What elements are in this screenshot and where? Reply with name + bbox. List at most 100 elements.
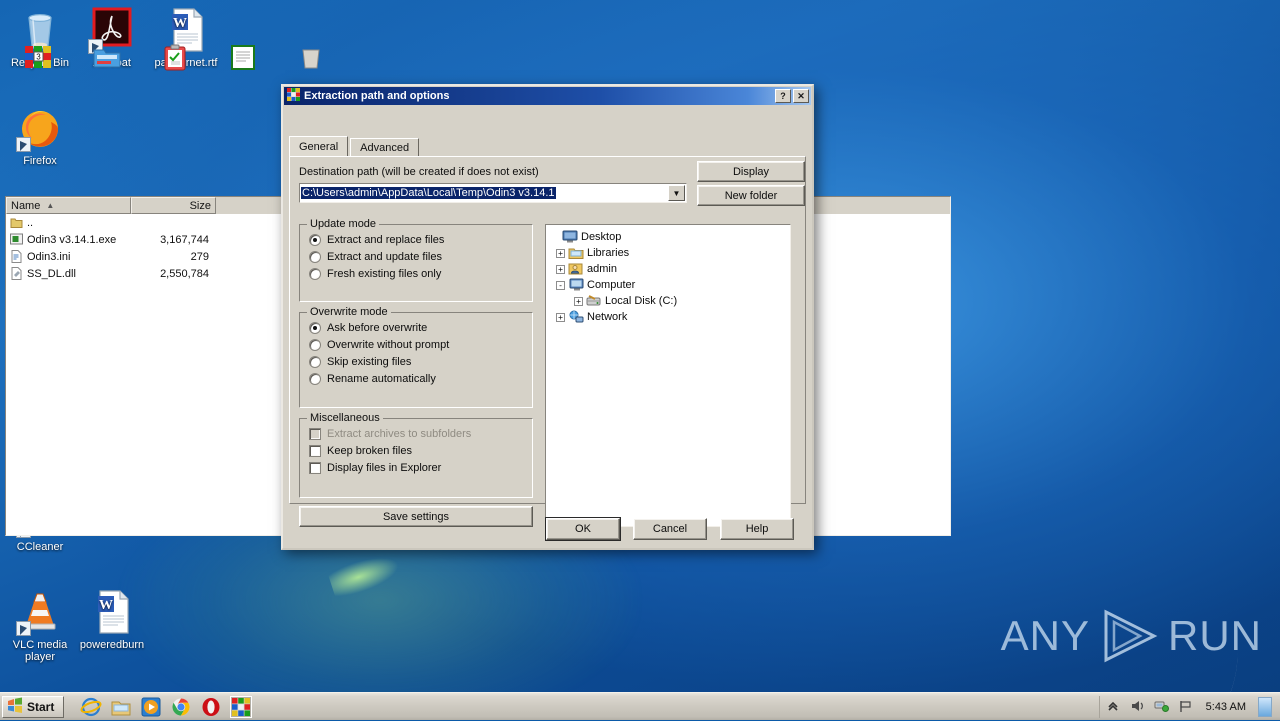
checkbox-indicator[interactable]	[309, 461, 321, 474]
radio-indicator[interactable]	[309, 338, 321, 351]
radio-rename-automatically[interactable]: Rename automatically	[300, 370, 532, 387]
taskbar[interactable]: Start 5:43 AM	[0, 692, 1280, 720]
media-player-icon[interactable]	[140, 696, 162, 718]
radio-label: Ask before overwrite	[327, 321, 428, 334]
svg-text:3: 3	[36, 53, 41, 62]
checkbox-keep-broken-files[interactable]: Keep broken files	[300, 442, 532, 459]
computer-icon	[568, 278, 584, 292]
show-desktop-button[interactable]	[1258, 696, 1272, 717]
radio-indicator[interactable]	[309, 267, 321, 280]
quick-launch-bar[interactable]	[80, 695, 252, 718]
new-folder-button[interactable]: New folder	[697, 185, 805, 206]
help-titlebar-button[interactable]: ?	[775, 89, 791, 103]
tree-expander-icon[interactable]: +	[556, 264, 565, 274]
chevron-down-icon[interactable]: ▼	[668, 185, 685, 201]
display-button[interactable]: Display	[697, 161, 805, 182]
word-document-icon: W	[88, 588, 136, 636]
internet-explorer-icon[interactable]	[80, 696, 102, 718]
tree-item-label: Computer	[587, 279, 636, 291]
file-name: Odin3.ini	[27, 250, 71, 263]
radio-indicator[interactable]	[309, 233, 321, 246]
tree-expander-icon[interactable]: +	[556, 248, 565, 258]
dialog-body: General Advanced Destination path (will …	[283, 106, 812, 548]
radio-indicator[interactable]	[309, 250, 321, 263]
shortcut-overlay-icon	[16, 621, 31, 636]
radio-extract-and-replace[interactable]: Extract and replace files	[300, 231, 532, 248]
extraction-dialog[interactable]: Extraction path and options ? ✕ General …	[281, 84, 814, 550]
destination-path-label: Destination path (will be created if doe…	[299, 166, 539, 178]
column-header-name[interactable]: Name ▲	[6, 197, 131, 214]
tree-expander-icon[interactable]: -	[556, 280, 565, 290]
cancel-button[interactable]: Cancel	[633, 518, 707, 540]
desktop-icon-poweredburn[interactable]: W poweredburn	[76, 588, 148, 651]
test-clipboard-icon	[159, 44, 191, 76]
dialog-window-controls[interactable]: ? ✕	[775, 89, 809, 103]
radio-indicator[interactable]	[309, 321, 321, 334]
clock[interactable]: 5:43 AM	[1202, 701, 1250, 713]
tree-item-label: Libraries	[587, 247, 630, 259]
radio-overwrite-without-prompt[interactable]: Overwrite without prompt	[300, 336, 532, 353]
desktop-icon	[562, 230, 578, 244]
dialog-button-row[interactable]: OK Cancel Help	[283, 518, 812, 540]
desktop-icon-label: poweredburn	[79, 639, 145, 651]
play-triangle-icon	[1096, 608, 1162, 664]
ini-file-icon	[10, 250, 23, 263]
checkbox-indicator[interactable]	[309, 444, 321, 457]
tree-item-libraries[interactable]: + Libraries	[550, 245, 790, 261]
radio-ask-before-overwrite[interactable]: Ask before overwrite	[300, 319, 532, 336]
radio-label: Rename automatically	[327, 372, 436, 385]
dialog-tabs[interactable]: General Advanced	[289, 136, 421, 157]
radio-extract-and-update[interactable]: Extract and update files	[300, 248, 532, 265]
tree-expander-icon[interactable]: +	[556, 312, 565, 322]
system-tray[interactable]: 5:43 AM	[1098, 695, 1278, 718]
folder-tree[interactable]: Desktop + Libraries + admin - Computer +…	[545, 224, 791, 527]
destination-path-input[interactable]: C:\Users\admin\AppData\Local\Temp\Odin3 …	[299, 183, 687, 203]
tree-item-admin[interactable]: + admin	[550, 261, 790, 277]
tree-item-network[interactable]: + Network	[550, 309, 790, 325]
network-icon[interactable]	[1154, 699, 1170, 715]
file-size: 3,167,744	[160, 233, 209, 246]
radio-skip-existing-files[interactable]: Skip existing files	[300, 353, 532, 370]
show-hidden-icons-icon[interactable]	[1106, 699, 1122, 715]
radio-label: Overwrite without prompt	[327, 338, 450, 351]
dialog-titlebar[interactable]: Extraction path and options ? ✕	[284, 87, 811, 105]
checkbox-display-files-in-explorer[interactable]: Display files in Explorer	[300, 459, 532, 476]
windows-logo-icon	[7, 697, 23, 716]
radio-indicator[interactable]	[309, 355, 321, 368]
radio-indicator[interactable]	[309, 372, 321, 385]
file-name: SS_DL.dll	[27, 267, 76, 280]
tree-expander-icon[interactable]: +	[574, 296, 583, 306]
desktop-icon-firefox[interactable]: Firefox	[4, 104, 76, 167]
harddisk-icon	[586, 294, 602, 308]
chrome-icon[interactable]	[170, 696, 192, 718]
exe-file-icon	[10, 233, 23, 246]
desktop-icon-vlc[interactable]: VLC media player	[4, 588, 76, 663]
start-button[interactable]: Start	[2, 695, 64, 718]
column-header-size[interactable]: Size	[131, 197, 216, 214]
tab-advanced[interactable]: Advanced	[350, 138, 420, 157]
file-size: 279	[190, 250, 209, 263]
update-mode-group: Update mode Extract and replace files Ex…	[299, 218, 533, 302]
anyrun-watermark: ANY RUN	[1001, 608, 1262, 664]
tree-item-local-disk-c[interactable]: + Local Disk (C:)	[550, 293, 790, 309]
libraries-icon	[568, 246, 584, 260]
windows-explorer-icon[interactable]	[110, 696, 132, 718]
desktop-icon-label: CCleaner	[16, 541, 64, 553]
ok-button[interactable]: OK	[546, 518, 620, 540]
update-mode-legend: Update mode	[307, 218, 380, 230]
watermark-text-left: ANY	[1000, 612, 1090, 659]
miscellaneous-group: Miscellaneous Extract archives to subfol…	[299, 412, 533, 498]
winrar-taskbar-icon[interactable]	[230, 695, 252, 718]
help-button[interactable]: Help	[720, 518, 794, 540]
close-icon[interactable]: ✕	[793, 89, 809, 103]
radio-label: Extract and update files	[327, 250, 442, 263]
tree-item-computer[interactable]: - Computer	[550, 277, 790, 293]
action-center-icon[interactable]	[1178, 699, 1194, 715]
radio-fresh-existing-only[interactable]: Fresh existing files only	[300, 265, 532, 282]
tree-item-desktop[interactable]: Desktop	[550, 229, 790, 245]
tab-general[interactable]: General	[289, 136, 349, 157]
volume-icon[interactable]	[1130, 699, 1146, 715]
user-folder-icon	[568, 262, 584, 276]
opera-icon[interactable]	[200, 696, 222, 718]
checkbox-indicator	[309, 427, 321, 440]
